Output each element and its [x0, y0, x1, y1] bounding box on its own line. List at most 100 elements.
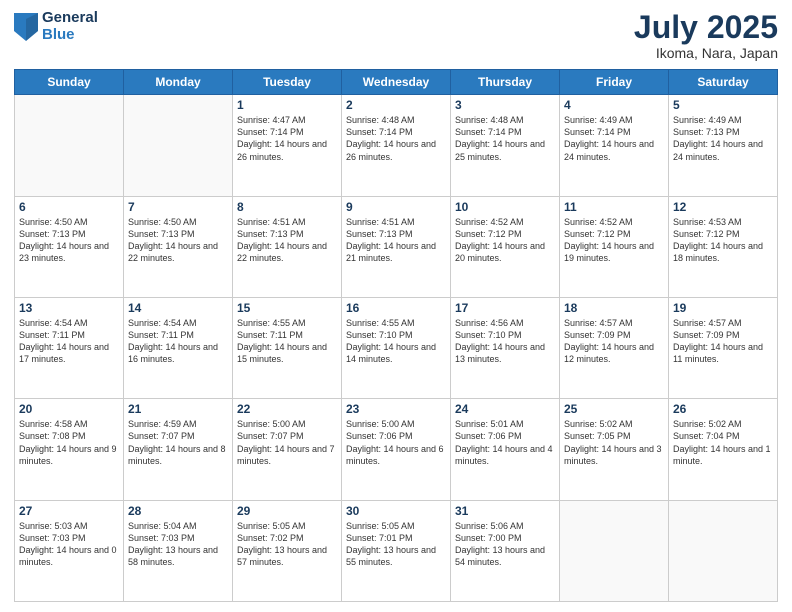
day-info-13: Sunrise: 4:54 AMSunset: 7:11 PMDaylight:…: [19, 317, 119, 366]
calendar-cell-2-0: 13 Sunrise: 4:54 AMSunset: 7:11 PMDayligh…: [15, 297, 124, 398]
day-number-24: 24: [455, 402, 555, 416]
day-info-6: Sunrise: 4:50 AMSunset: 7:13 PMDaylight:…: [19, 216, 119, 265]
calendar-cell-1-4: 10 Sunrise: 4:52 AMSunset: 7:12 PMDayligh…: [451, 196, 560, 297]
calendar-cell-0-4: 3Sunrise: 4:48 AMSunset: 7:14 PMDaylight…: [451, 95, 560, 196]
day-number-16: 16: [346, 301, 446, 315]
logo-blue-text: Blue: [42, 27, 98, 44]
day-info-30: Sunrise: 5:05 AMSunset: 7:01 PMDaylight:…: [346, 520, 446, 569]
day-number-25: 25: [564, 402, 664, 416]
month-title: July 2025: [634, 10, 778, 45]
day-info-12: Sunrise: 4:53 AMSunset: 7:12 PMDaylight:…: [673, 216, 773, 265]
calendar-cell-2-4: 17Sunrise: 4:56 AMSunset: 7:10 PMDayligh…: [451, 297, 560, 398]
day-number-8: 8: [237, 200, 337, 214]
day-number-22: 22: [237, 402, 337, 416]
day-number-23: 23: [346, 402, 446, 416]
calendar-cell-4-3: 30Sunrise: 5:05 AMSunset: 7:01 PMDayligh…: [342, 500, 451, 601]
header-monday: Monday: [124, 70, 233, 95]
day-info-15: Sunrise: 4:55 AMSunset: 7:11 PMDaylight:…: [237, 317, 337, 366]
day-number-10: 10: [455, 200, 555, 214]
day-number-18: 18: [564, 301, 664, 315]
day-number-14: 14: [128, 301, 228, 315]
day-info-16: Sunrise: 4:55 AMSunset: 7:10 PMDaylight:…: [346, 317, 446, 366]
logo-icon: [14, 13, 38, 41]
calendar-cell-2-3: 16 Sunrise: 4:55 AMSunset: 7:10 PMDayligh…: [342, 297, 451, 398]
day-info-25: Sunrise: 5:02 AMSunset: 7:05 PMDaylight:…: [564, 418, 664, 467]
day-number-15: 15: [237, 301, 337, 315]
calendar-cell-0-2: 1 Sunrise: 4:47 AMSunset: 7:14 PMDaylight…: [233, 95, 342, 196]
week-row-4: 27 Sunrise: 5:03 AMSunset: 7:03 PMDayligh…: [15, 500, 778, 601]
calendar-cell-2-6: 19 Sunrise: 4:57 AMSunset: 7:09 PMDayligh…: [669, 297, 778, 398]
day-info-19: Sunrise: 4:57 AMSunset: 7:09 PMDaylight:…: [673, 317, 773, 366]
day-info-24: Sunrise: 5:01 AMSunset: 7:06 PMDaylight:…: [455, 418, 555, 467]
calendar-cell-1-6: 12 Sunrise: 4:53 AMSunset: 7:12 PMDayligh…: [669, 196, 778, 297]
calendar-cell-2-5: 18 Sunrise: 4:57 AMSunset: 7:09 PMDayligh…: [560, 297, 669, 398]
calendar-cell-3-0: 20Sunrise: 4:58 AMSunset: 7:08 PMDayligh…: [15, 399, 124, 500]
day-info-21: Sunrise: 4:59 AMSunset: 7:07 PMDaylight:…: [128, 418, 228, 467]
day-number-31: 31: [455, 504, 555, 518]
calendar-cell-4-0: 27 Sunrise: 5:03 AMSunset: 7:03 PMDayligh…: [15, 500, 124, 601]
day-number-13: 13: [19, 301, 119, 315]
week-row-1: 6 Sunrise: 4:50 AMSunset: 7:13 PMDaylight…: [15, 196, 778, 297]
day-number-1: 1: [237, 98, 337, 112]
day-number-28: 28: [128, 504, 228, 518]
day-info-31: Sunrise: 5:06 AMSunset: 7:00 PMDaylight:…: [455, 520, 555, 569]
day-info-8: Sunrise: 4:51 AMSunset: 7:13 PMDaylight:…: [237, 216, 337, 265]
calendar-cell-3-6: 26Sunrise: 5:02 AMSunset: 7:04 PMDayligh…: [669, 399, 778, 500]
day-info-3: Sunrise: 4:48 AMSunset: 7:14 PMDaylight:…: [455, 114, 555, 163]
calendar-cell-4-2: 29 Sunrise: 5:05 AMSunset: 7:02 PMDayligh…: [233, 500, 342, 601]
calendar-cell-0-3: 2 Sunrise: 4:48 AMSunset: 7:14 PMDaylight…: [342, 95, 451, 196]
day-info-20: Sunrise: 4:58 AMSunset: 7:08 PMDaylight:…: [19, 418, 119, 467]
calendar-cell-1-2: 8 Sunrise: 4:51 AMSunset: 7:13 PMDaylight…: [233, 196, 342, 297]
day-info-29: Sunrise: 5:05 AMSunset: 7:02 PMDaylight:…: [237, 520, 337, 569]
day-info-27: Sunrise: 5:03 AMSunset: 7:03 PMDaylight:…: [19, 520, 119, 569]
day-info-7: Sunrise: 4:50 AMSunset: 7:13 PMDaylight:…: [128, 216, 228, 265]
day-info-2: Sunrise: 4:48 AMSunset: 7:14 PMDaylight:…: [346, 114, 446, 163]
day-number-29: 29: [237, 504, 337, 518]
day-number-12: 12: [673, 200, 773, 214]
logo: General Blue: [14, 10, 98, 43]
header-wednesday: Wednesday: [342, 70, 451, 95]
day-number-5: 5: [673, 98, 773, 112]
logo-general-text: General: [42, 10, 98, 27]
header-saturday: Saturday: [669, 70, 778, 95]
location-subtitle: Ikoma, Nara, Japan: [634, 45, 778, 61]
day-info-18: Sunrise: 4:57 AMSunset: 7:09 PMDaylight:…: [564, 317, 664, 366]
calendar-cell-1-3: 9 Sunrise: 4:51 AMSunset: 7:13 PMDaylight…: [342, 196, 451, 297]
calendar-cell-4-5: [560, 500, 669, 601]
day-info-23: Sunrise: 5:00 AMSunset: 7:06 PMDaylight:…: [346, 418, 446, 467]
calendar-cell-2-1: 14 Sunrise: 4:54 AMSunset: 7:11 PMDayligh…: [124, 297, 233, 398]
calendar-cell-4-1: 28 Sunrise: 5:04 AMSunset: 7:03 PMDayligh…: [124, 500, 233, 601]
day-number-2: 2: [346, 98, 446, 112]
day-number-9: 9: [346, 200, 446, 214]
day-info-14: Sunrise: 4:54 AMSunset: 7:11 PMDaylight:…: [128, 317, 228, 366]
calendar-cell-4-6: [669, 500, 778, 601]
day-info-28: Sunrise: 5:04 AMSunset: 7:03 PMDaylight:…: [128, 520, 228, 569]
calendar-cell-0-0: [15, 95, 124, 196]
day-info-1: Sunrise: 4:47 AMSunset: 7:14 PMDaylight:…: [237, 114, 337, 163]
day-info-4: Sunrise: 4:49 AMSunset: 7:14 PMDaylight:…: [564, 114, 664, 163]
calendar-cell-0-5: 4 Sunrise: 4:49 AMSunset: 7:14 PMDaylight…: [560, 95, 669, 196]
week-row-3: 20Sunrise: 4:58 AMSunset: 7:08 PMDayligh…: [15, 399, 778, 500]
day-info-9: Sunrise: 4:51 AMSunset: 7:13 PMDaylight:…: [346, 216, 446, 265]
day-info-10: Sunrise: 4:52 AMSunset: 7:12 PMDaylight:…: [455, 216, 555, 265]
week-row-2: 13 Sunrise: 4:54 AMSunset: 7:11 PMDayligh…: [15, 297, 778, 398]
day-number-19: 19: [673, 301, 773, 315]
calendar-table: Sunday Monday Tuesday Wednesday Thursday…: [14, 69, 778, 602]
calendar-cell-3-4: 24 Sunrise: 5:01 AMSunset: 7:06 PMDayligh…: [451, 399, 560, 500]
calendar-cell-0-1: [124, 95, 233, 196]
header-tuesday: Tuesday: [233, 70, 342, 95]
day-info-5: Sunrise: 4:49 AMSunset: 7:13 PMDaylight:…: [673, 114, 773, 163]
calendar-cell-1-0: 6 Sunrise: 4:50 AMSunset: 7:13 PMDaylight…: [15, 196, 124, 297]
header-friday: Friday: [560, 70, 669, 95]
day-info-22: Sunrise: 5:00 AMSunset: 7:07 PMDaylight:…: [237, 418, 337, 467]
day-number-27: 27: [19, 504, 119, 518]
day-number-4: 4: [564, 98, 664, 112]
title-block: July 2025 Ikoma, Nara, Japan: [634, 10, 778, 61]
calendar-cell-4-4: 31 Sunrise: 5:06 AMSunset: 7:00 PMDayligh…: [451, 500, 560, 601]
day-number-6: 6: [19, 200, 119, 214]
day-info-17: Sunrise: 4:56 AMSunset: 7:10 PMDaylight:…: [455, 317, 555, 366]
calendar-cell-1-5: 11Sunrise: 4:52 AMSunset: 7:12 PMDayligh…: [560, 196, 669, 297]
header-thursday: Thursday: [451, 70, 560, 95]
page: General Blue July 2025 Ikoma, Nara, Japa…: [0, 0, 792, 612]
day-number-7: 7: [128, 200, 228, 214]
